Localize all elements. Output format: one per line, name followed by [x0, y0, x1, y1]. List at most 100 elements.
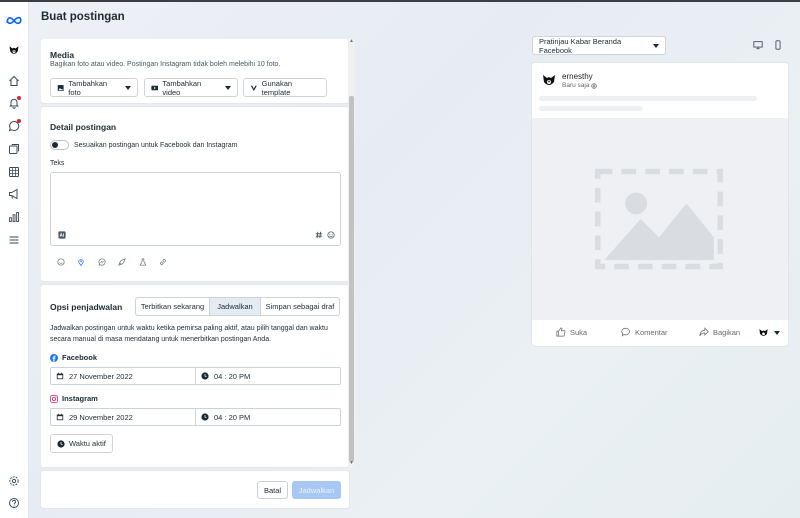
desktop-preview-icon[interactable] [751, 38, 765, 52]
preview-timestamp-text: Baru saja [562, 82, 590, 89]
ai-text-icon[interactable] [57, 230, 66, 239]
active-times-button[interactable]: Waktu aktif [50, 434, 113, 453]
toggle-knob [52, 142, 58, 148]
emoji-icon[interactable] [326, 230, 335, 239]
boost-rocket-icon[interactable] [117, 257, 126, 266]
link-icon[interactable] [158, 257, 167, 266]
scrollbar-thumb[interactable] [349, 96, 354, 462]
facebook-icon [50, 353, 58, 362]
customize-toggle-label: Sesuaikan postingan untuk Facebook dan I… [74, 142, 238, 149]
share-action[interactable]: Bagikan [699, 327, 740, 337]
text-label: Teks [50, 160, 65, 167]
template-icon [250, 85, 257, 91]
share-label: Bagikan [713, 327, 741, 337]
instagram-date-value: 29 November 2022 [69, 412, 133, 422]
tab-schedule-label: Jadwalkan [217, 302, 253, 311]
tab-publish-now[interactable]: Terbitkan sekarang [135, 297, 210, 316]
clock-icon [201, 372, 209, 380]
image-placeholder-icon [595, 168, 723, 270]
clock-icon [57, 439, 65, 448]
hashtag-icon[interactable] [314, 230, 323, 239]
meta-logo-icon[interactable] [5, 13, 23, 27]
calendar-icon [56, 372, 64, 380]
menu-icon[interactable] [7, 233, 21, 247]
form-footer: Batal Jadwalkan [41, 471, 349, 508]
ads-megaphone-icon[interactable] [7, 187, 21, 201]
mobile-preview-icon[interactable] [771, 38, 785, 52]
window-top-edge [0, 0, 800, 2]
like-label: Suka [570, 327, 588, 337]
messages-badge [17, 119, 21, 123]
add-video-button[interactable]: Tambahkan video [144, 78, 238, 97]
comment-label: Komentar [635, 327, 668, 337]
content-icon[interactable] [7, 142, 21, 156]
post-text-area[interactable] [50, 172, 341, 246]
chevron-down-icon [125, 85, 131, 90]
schedule-button[interactable]: Jadwalkan [292, 481, 341, 499]
test-flask-icon[interactable] [138, 257, 147, 266]
home-icon[interactable] [7, 74, 21, 88]
preview-media-placeholder [532, 118, 788, 320]
scroll-up-arrow-icon[interactable]: ▲ [349, 39, 354, 44]
customize-toggle[interactable] [50, 140, 69, 150]
scheduling-description: Jadwalkan postingan untuk waktu ketika p… [50, 325, 328, 343]
left-navigation-rail [0, 2, 29, 518]
account-avatar-icon [758, 327, 769, 338]
post-details-card: Detail postingan Sesuaikan postingan unt… [41, 107, 349, 281]
like-action[interactable]: Suka [556, 327, 587, 337]
notifications-icon[interactable] [7, 96, 21, 110]
post-as-selector[interactable] [758, 327, 780, 338]
thumbs-up-icon [556, 327, 566, 337]
add-photo-label: Tambahkan foto [68, 78, 108, 97]
account-avatar[interactable] [7, 43, 21, 57]
facebook-post-preview: ernesthy Baru saja Suka Komentar Bagikan [532, 63, 788, 346]
media-card: Media Bagikan foto atau video. Postingan… [41, 39, 349, 103]
instagram-icon [50, 394, 58, 403]
chevron-down-icon [653, 43, 659, 48]
instagram-date-field[interactable]: 29 November 2022 [50, 408, 196, 426]
facebook-label: Facebook [62, 353, 98, 362]
insights-chart-icon[interactable] [7, 210, 21, 224]
messages-icon[interactable] [7, 119, 21, 133]
scroll-down-arrow-icon[interactable]: ▼ [349, 461, 354, 466]
chevron-down-icon [774, 330, 780, 335]
active-times-label: Waktu aktif [69, 439, 106, 448]
facebook-date-field[interactable]: 27 November 2022 [50, 367, 196, 385]
preview-account-name: ernesthy [562, 72, 593, 81]
tab-save-draft[interactable]: Simpan sebagai draf [261, 297, 340, 316]
use-template-button[interactable]: Gunakan template [243, 78, 327, 97]
use-template-label: Gunakan template [261, 78, 293, 97]
comment-icon [621, 327, 630, 337]
preview-selector[interactable]: Pratinjau Kabar Beranda Facebook [532, 36, 666, 55]
settings-icon[interactable] [7, 474, 21, 488]
details-title: Detail postingan [50, 122, 117, 132]
clock-icon [201, 413, 209, 421]
planner-table-icon[interactable] [7, 165, 21, 179]
instagram-time-field[interactable]: 04 : 20 PM [196, 408, 341, 426]
media-description: Bagikan foto atau video. Postingan Insta… [50, 61, 281, 68]
help-icon[interactable] [7, 496, 21, 510]
video-icon [151, 85, 159, 90]
facebook-schedule-label: Facebook [50, 353, 97, 362]
feeling-icon[interactable] [56, 257, 65, 266]
chevron-down-icon [225, 85, 231, 90]
facebook-date-value: 27 November 2022 [69, 371, 133, 381]
tab-schedule[interactable]: Jadwalkan [210, 297, 261, 316]
preview-text-placeholder [539, 96, 757, 101]
tab-save-draft-label: Simpan sebagai draf [265, 302, 335, 311]
preview-selector-label: Pratinjau Kabar Beranda Facebook [539, 36, 622, 55]
preview-avatar [540, 71, 557, 88]
add-photo-button[interactable]: Tambahkan foto [50, 78, 138, 97]
calendar-icon [56, 413, 64, 421]
media-title: Media [50, 50, 75, 60]
facebook-time-field[interactable]: 04 : 20 PM [196, 367, 341, 385]
location-pin-icon[interactable] [76, 257, 85, 266]
cancel-button[interactable]: Batal [257, 481, 288, 499]
instagram-time-value: 04 : 20 PM [214, 412, 251, 422]
scheduling-title: Opsi penjadwalan [50, 302, 123, 312]
messenger-icon[interactable] [97, 257, 106, 266]
preview-text-placeholder [539, 106, 643, 111]
post-form: Media Bagikan foto atau video. Postingan… [41, 39, 356, 468]
comment-action[interactable]: Komentar [621, 327, 668, 337]
globe-icon [591, 82, 598, 89]
